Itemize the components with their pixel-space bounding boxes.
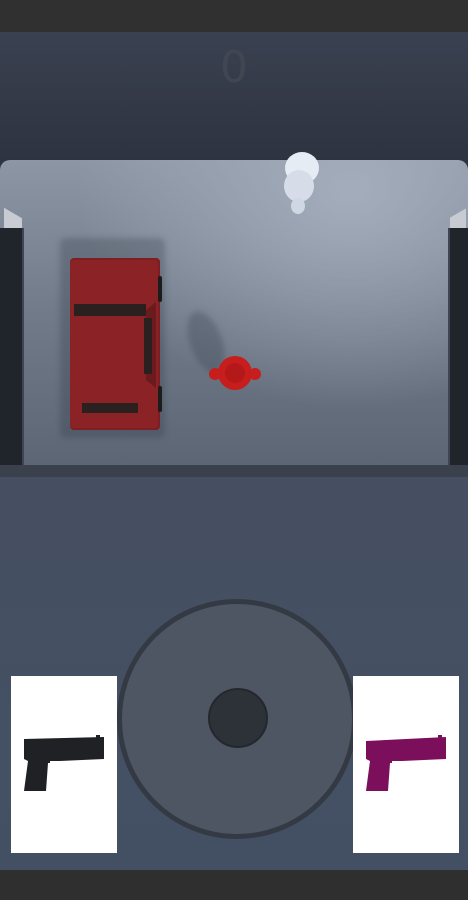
- pistol-icon: [366, 734, 446, 791]
- weapon-slot-pistol-black[interactable]: [11, 676, 117, 853]
- pistol-icon: [24, 734, 104, 791]
- joystick-knob[interactable]: [208, 688, 268, 748]
- top-status-bar: [0, 0, 468, 32]
- movement-joystick[interactable]: [117, 599, 357, 839]
- right-wall: [448, 228, 468, 466]
- car-obstacle: [70, 258, 162, 430]
- bottom-navigation-bar: [0, 870, 468, 900]
- left-wall: [0, 228, 24, 466]
- player-character: [209, 356, 261, 390]
- score-counter: 0: [220, 42, 248, 93]
- weapon-slot-pistol-purple[interactable]: [353, 676, 459, 853]
- enemy-character: [284, 152, 319, 214]
- floor-edge: [0, 465, 468, 477]
